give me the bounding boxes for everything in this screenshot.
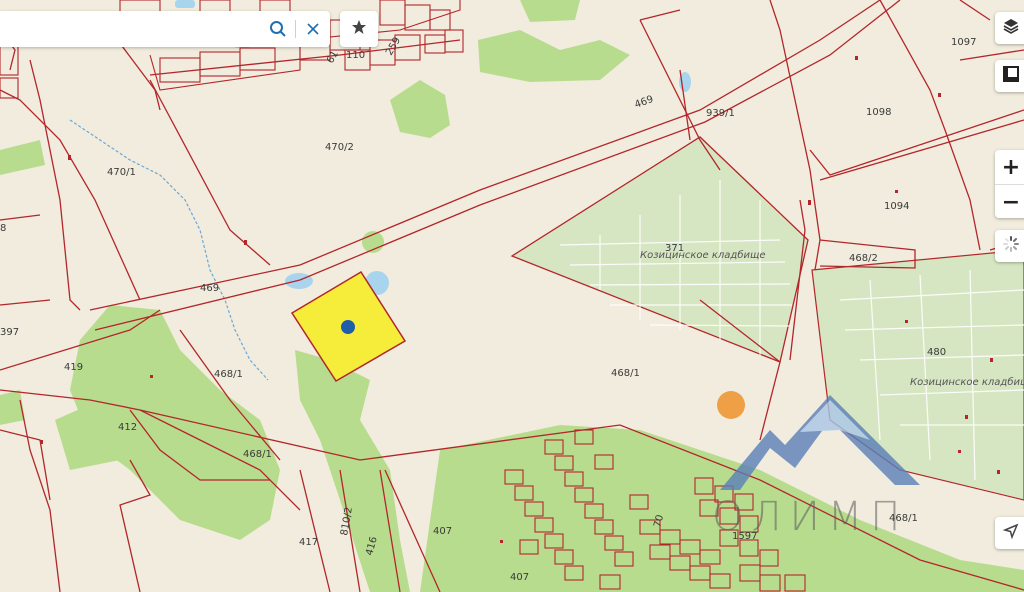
parcel-label: 470/2 bbox=[325, 142, 354, 153]
parcel-label: 468/1 bbox=[214, 369, 243, 380]
parcel-label: 468/1 bbox=[611, 368, 640, 379]
spinner-icon bbox=[1002, 235, 1020, 257]
layers-button[interactable] bbox=[995, 12, 1024, 44]
loading-button[interactable] bbox=[995, 230, 1024, 262]
close-icon[interactable] bbox=[296, 11, 330, 47]
parcel-center-marker[interactable] bbox=[341, 320, 355, 334]
parcel-label: 1094 bbox=[884, 201, 909, 212]
search-input[interactable] bbox=[0, 11, 261, 47]
parcel-label: 407 bbox=[510, 572, 529, 583]
panel-toggle-button[interactable] bbox=[995, 60, 1024, 92]
search-bar bbox=[0, 11, 330, 47]
parcel-label: 468/2 bbox=[849, 253, 878, 264]
location-marker[interactable] bbox=[717, 391, 745, 419]
parcel-label: 417 bbox=[299, 537, 318, 548]
search-icon[interactable] bbox=[261, 11, 295, 47]
parcel-label: 397 bbox=[0, 327, 19, 338]
watermark-text: ОЛИМП bbox=[712, 494, 909, 540]
parcel-label: 939/1 bbox=[706, 108, 735, 119]
place-label: Козицинское кладбище bbox=[910, 376, 1024, 388]
zoom-control: + − bbox=[995, 150, 1024, 218]
favorite-button[interactable] bbox=[340, 11, 378, 47]
layers-icon bbox=[1002, 17, 1020, 39]
parcel-label: 412 bbox=[118, 422, 137, 433]
panel-toggle-icon bbox=[1002, 65, 1020, 87]
zoom-out-button[interactable]: − bbox=[995, 185, 1024, 219]
parcel-label: 419 bbox=[64, 362, 83, 373]
navigation-arrow-icon bbox=[1002, 523, 1019, 543]
parcel-label: 407 bbox=[433, 526, 452, 537]
parcel-label: 480 bbox=[927, 347, 946, 358]
star-icon bbox=[351, 19, 367, 39]
parcel-label: 8 bbox=[0, 223, 6, 234]
parcel-label: 470/1 bbox=[107, 167, 136, 178]
parcel-label: 1097 bbox=[951, 37, 976, 48]
zoom-in-button[interactable]: + bbox=[995, 150, 1024, 185]
parcel-label: 110 bbox=[346, 50, 365, 61]
locate-button[interactable] bbox=[995, 517, 1024, 549]
parcel-label: 469 bbox=[200, 283, 219, 294]
place-label: Козицинское кладбище bbox=[640, 249, 766, 261]
parcel-label: 1098 bbox=[866, 107, 891, 118]
parcel-label: 468/1 bbox=[243, 449, 272, 460]
